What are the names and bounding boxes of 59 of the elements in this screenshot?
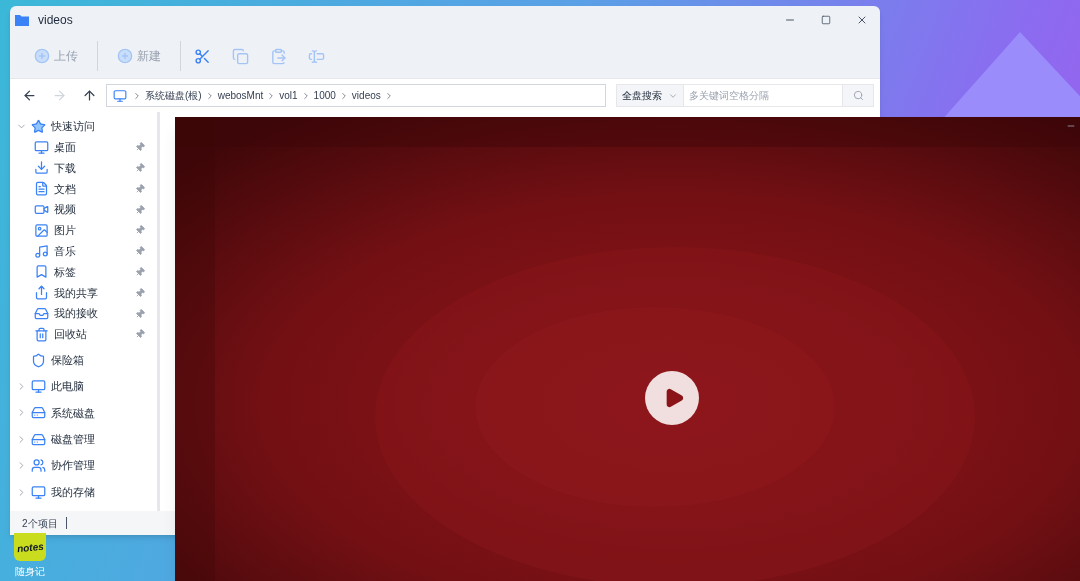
search-scope-dropdown[interactable]: 全盘搜索 <box>616 84 684 107</box>
sidebar-item[interactable]: 磁盘管理 <box>51 431 145 448</box>
star-icon <box>31 118 46 134</box>
sidebar-item[interactable]: 标签 <box>54 263 135 281</box>
back-arrow-icon <box>21 88 37 103</box>
sidebar-item[interactable]: 协作管理 <box>51 457 145 474</box>
image-icon <box>34 222 49 238</box>
forward-arrow-icon <box>51 88 67 103</box>
chevron-icon <box>132 90 142 101</box>
trash-icon <box>34 326 49 342</box>
people-icon <box>31 458 46 474</box>
download-icon <box>34 160 49 176</box>
sidebar-item[interactable]: 音乐 <box>54 242 135 260</box>
clipboard-icon <box>269 47 287 65</box>
shield-icon <box>31 352 46 368</box>
scissors-icon <box>193 47 211 65</box>
sidebar-item[interactable]: 我的存储 <box>51 483 145 501</box>
search-button[interactable] <box>842 84 874 107</box>
search-icon <box>852 90 864 101</box>
breadcrumb-item[interactable]: 系统磁盘(根) <box>145 88 202 103</box>
monitor-icon <box>34 139 49 155</box>
bookmark-icon <box>34 264 49 280</box>
close-icon <box>856 14 868 26</box>
breadcrumb-item[interactable]: vol1 <box>279 88 298 103</box>
maximize-icon <box>821 15 831 25</box>
sidebar-item[interactable]: 快速访问 <box>51 118 145 135</box>
sidebar-item[interactable]: 回收站 <box>54 326 135 343</box>
window-title: videos <box>38 12 73 29</box>
plus-icon <box>117 48 133 64</box>
document-icon <box>34 181 49 197</box>
plus-icon <box>34 48 50 64</box>
breadcrumb-item[interactable]: 1000 <box>313 88 336 103</box>
sidebar-item[interactable]: 系统磁盘 <box>51 404 145 422</box>
sidebar-item[interactable]: 保险箱 <box>51 351 145 369</box>
text-cursor-icon <box>307 47 325 65</box>
breadcrumb-item[interactable]: webosMnt <box>217 88 264 103</box>
music-note-icon <box>34 243 49 259</box>
copy-icon <box>231 47 249 65</box>
monitor-icon <box>31 379 46 395</box>
sidebar-item[interactable]: 视频 <box>54 201 135 218</box>
drive-icon <box>31 431 46 447</box>
sidebar-item[interactable]: 下载 <box>54 159 135 177</box>
drive-icon <box>31 405 46 421</box>
monitor-icon <box>113 88 127 103</box>
sidebar-item[interactable]: 此电脑 <box>51 378 145 395</box>
search-field[interactable]: 多关键词空格分隔 <box>684 84 842 107</box>
sidebar-item[interactable]: 我的接收 <box>54 305 135 322</box>
sidebar-item[interactable]: 桌面 <box>54 138 135 156</box>
sidebar-item[interactable]: 我的共享 <box>54 284 135 301</box>
folder-icon <box>15 14 29 26</box>
sidebar-item[interactable]: 图片 <box>54 222 135 239</box>
address-bar[interactable]: 系统磁盘(根) webosMnt vol1 1000 videos <box>106 84 606 107</box>
inbox-icon <box>34 306 49 322</box>
share-icon <box>34 285 49 301</box>
item-count: 2个项目 <box>22 516 58 531</box>
sidebar-item[interactable]: 文档 <box>54 180 135 198</box>
notes-app-icon[interactable]: notes <box>14 533 46 561</box>
breadcrumb-item[interactable]: videos <box>351 88 381 103</box>
monitor-icon <box>31 484 46 500</box>
